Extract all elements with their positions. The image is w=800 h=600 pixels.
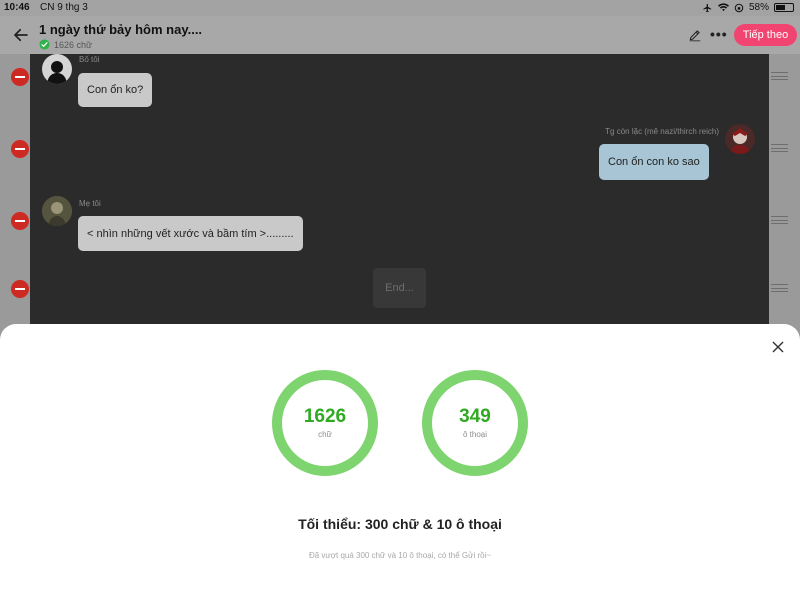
orientation-lock-icon (734, 3, 744, 12)
delete-row-button[interactable] (11, 68, 29, 86)
word-count-unit: chữ (318, 430, 332, 439)
more-options-icon[interactable]: ••• (710, 26, 728, 42)
dialogue-count-unit: ô thoại (462, 430, 488, 439)
status-bar: 10:46 CN 9 thg 3 58% (0, 0, 800, 16)
next-button[interactable]: Tiếp theo (734, 24, 797, 46)
drag-handle-icon[interactable] (771, 144, 788, 152)
status-date: CN 9 thg 3 (40, 2, 88, 13)
minimum-requirement: Tối thiểu: 300 chữ & 10 ô thoại (298, 516, 502, 532)
drag-handle-icon[interactable] (771, 72, 788, 80)
airplane-icon (703, 3, 712, 12)
delete-row-button[interactable] (11, 140, 29, 158)
word-count-value: 1626 (303, 406, 347, 427)
drag-handle-icon[interactable] (771, 284, 788, 292)
wifi-icon (717, 3, 729, 12)
speaker-name: Tg còn lặc (mê nazi/thirch reich) (605, 127, 719, 136)
status-icons: 58% (702, 2, 794, 13)
dialogue-count-value: 349 (459, 406, 491, 427)
message-bubble[interactable]: Con ổn ko? (78, 73, 153, 107)
delete-row-button[interactable] (11, 212, 29, 230)
word-count-row: 1626 chữ (39, 39, 92, 50)
speaker-name: Bố tôi (79, 55, 100, 64)
speaker-name: Mẹ tôi (79, 199, 101, 208)
message-bubble[interactable]: < nhìn những vết xước và bầm tím >......… (78, 216, 303, 251)
close-icon[interactable] (771, 340, 785, 354)
word-count-ring: 1626 chữ (272, 370, 378, 476)
header-bar: 1 ngày thứ bảy hôm nay.... 1626 chữ ••• … (0, 16, 800, 54)
avatar (42, 196, 72, 226)
status-time: 10:46 (4, 2, 30, 13)
requirement-note: Đã vượt quá 300 chữ và 10 ô thoại, có th… (308, 551, 492, 560)
word-count: 1626 chữ (54, 39, 93, 50)
battery-percent: 58% (748, 2, 769, 13)
battery-icon (774, 3, 794, 12)
avatar (42, 54, 72, 84)
message-bubble[interactable]: Con ổn con ko sao (599, 144, 709, 180)
avatar (725, 124, 755, 154)
edit-pencil-icon[interactable] (688, 28, 702, 42)
delete-row-button[interactable] (11, 280, 29, 298)
drag-handle-icon[interactable] (771, 216, 788, 224)
back-arrow-icon[interactable] (12, 26, 30, 44)
check-circle-icon (39, 39, 50, 50)
end-marker[interactable]: End... (373, 268, 426, 308)
story-title: 1 ngày thứ bảy hôm nay.... (39, 22, 203, 37)
dialogue-count-ring: 349 ô thoại (422, 370, 528, 476)
